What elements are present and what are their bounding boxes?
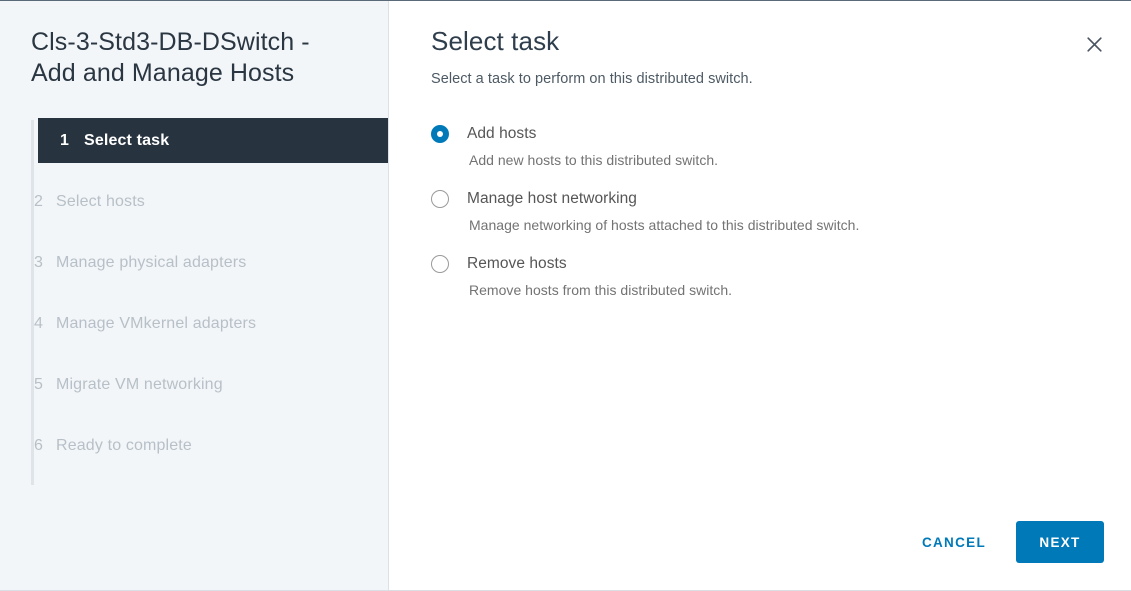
step-number: 3 xyxy=(34,253,44,271)
wizard-steps-list: 1 Select task 2 Select hosts 3 Manage ph… xyxy=(0,118,388,485)
step-number: 2 xyxy=(34,192,44,210)
sidebar-step-manage-physical-adapters[interactable]: 3 Manage physical adapters xyxy=(0,240,388,285)
step-label: Ready to complete xyxy=(56,436,192,454)
option-row: Manage host networking xyxy=(431,188,1131,210)
option-description: Remove hosts from this distributed switc… xyxy=(469,282,733,298)
page-subtitle: Select a task to perform on this distrib… xyxy=(431,71,753,87)
close-icon[interactable] xyxy=(1079,29,1109,59)
task-radio-group: Add hosts Add new hosts to this distribu… xyxy=(389,87,1131,298)
step-number: 4 xyxy=(34,314,44,332)
option-label: Manage host networking xyxy=(467,190,637,207)
wizard-main-panel: Select task Select a task to perform on … xyxy=(389,1,1131,590)
cancel-button[interactable]: CANCEL xyxy=(908,525,1000,560)
sidebar-step-select-task[interactable]: 1 Select task xyxy=(38,118,388,163)
option-description: Add new hosts to this distributed switch… xyxy=(469,152,719,168)
add-manage-hosts-wizard: Cls-3-Std3-DB-DSwitch - Add and Manage H… xyxy=(0,0,1131,591)
radio-option-manage-host-networking[interactable]: Manage host networking Manage networking… xyxy=(431,188,1131,233)
step-label: Migrate VM networking xyxy=(56,375,223,393)
sidebar-step-ready-to-complete[interactable]: 6 Ready to complete xyxy=(0,423,388,468)
step-number: 1 xyxy=(60,131,70,149)
option-label: Remove hosts xyxy=(467,255,567,272)
option-label: Add hosts xyxy=(467,125,537,142)
radio-icon-selected[interactable] xyxy=(431,125,449,143)
wizard-footer: CANCEL NEXT xyxy=(908,521,1104,563)
radio-option-add-hosts[interactable]: Add hosts Add new hosts to this distribu… xyxy=(431,123,1131,168)
step-label: Manage VMkernel adapters xyxy=(56,314,257,332)
radio-option-remove-hosts[interactable]: Remove hosts Remove hosts from this dist… xyxy=(431,253,1131,298)
page-title: Select task xyxy=(431,26,560,56)
radio-icon[interactable] xyxy=(431,255,449,273)
step-number: 5 xyxy=(34,375,44,393)
next-button[interactable]: NEXT xyxy=(1016,521,1104,563)
wizard-sidebar: Cls-3-Std3-DB-DSwitch - Add and Manage H… xyxy=(0,1,389,590)
option-row: Add hosts xyxy=(431,123,1131,145)
sidebar-step-migrate-vm-networking[interactable]: 5 Migrate VM networking xyxy=(0,362,388,407)
step-label: Select task xyxy=(84,131,170,149)
wizard-title: Cls-3-Std3-DB-DSwitch - Add and Manage H… xyxy=(31,28,310,87)
option-description: Manage networking of hosts attached to t… xyxy=(469,217,860,233)
sidebar-step-manage-vmkernel-adapters[interactable]: 4 Manage VMkernel adapters xyxy=(0,301,388,346)
radio-icon[interactable] xyxy=(431,190,449,208)
step-number: 6 xyxy=(34,436,44,454)
option-row: Remove hosts xyxy=(431,253,1131,275)
step-label: Manage physical adapters xyxy=(56,253,247,271)
step-label: Select hosts xyxy=(56,192,145,210)
sidebar-step-select-hosts[interactable]: 2 Select hosts xyxy=(0,179,388,224)
